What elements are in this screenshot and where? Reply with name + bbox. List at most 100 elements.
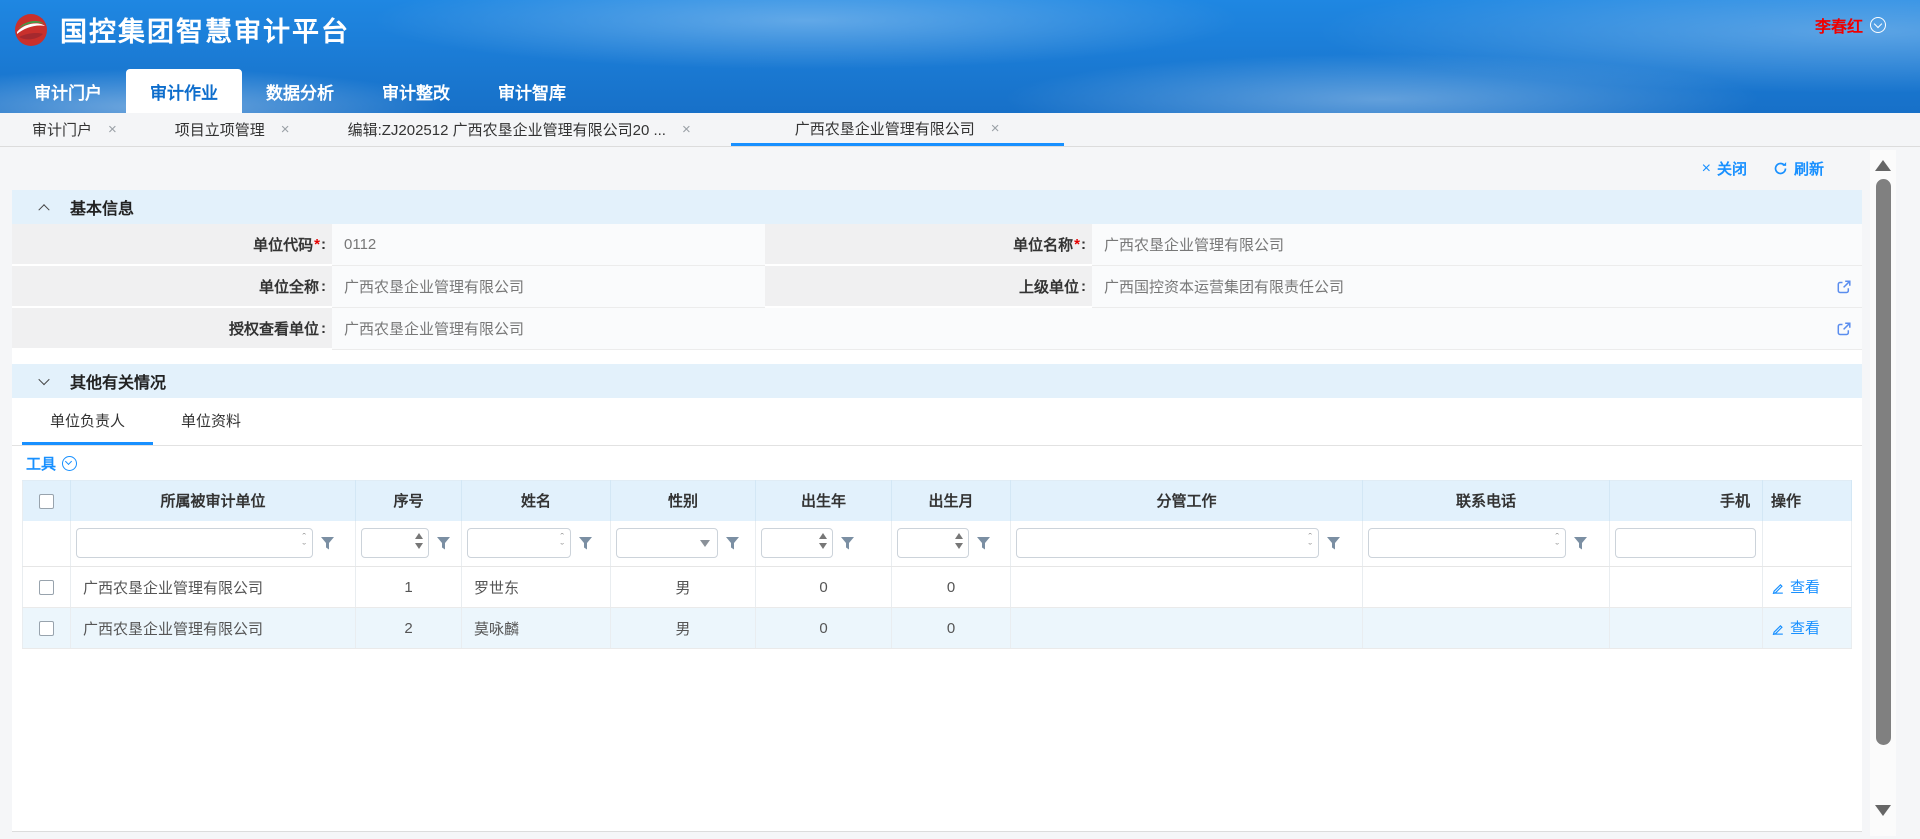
col-header-birth-month[interactable]: 出生月 <box>892 481 1011 521</box>
scroll-down-arrow[interactable] <box>1875 805 1891 824</box>
nav-item-audit-rectification[interactable]: 审计整改 <box>358 69 474 113</box>
filter-funnel-icon[interactable] <box>840 536 855 551</box>
subtab-label: 单位负责人 <box>50 410 125 431</box>
col-header-birth-year[interactable]: 出生年 <box>756 481 892 521</box>
scroll-up-arrow[interactable] <box>1875 152 1891 171</box>
user-menu[interactable]: 李春红 <box>1815 13 1886 37</box>
col-header-name[interactable]: 姓名 <box>462 481 611 521</box>
subtab-unit-leaders[interactable]: 单位负责人 <box>22 398 153 445</box>
filter-seq-spinner[interactable] <box>361 528 429 558</box>
combo-arrows-icon[interactable]: ˆˇ <box>560 533 564 553</box>
open-tab-edit-project[interactable]: 编辑:ZJ202512 广西农垦企业管理有限公司20 ... × <box>330 113 709 146</box>
tab-label: 项目立项管理 <box>175 119 265 140</box>
tab-close-icon[interactable]: × <box>108 122 117 137</box>
table-header-row: 所属被审计单位 序号 姓名 性别 出生年 出生月 分管工作 联系电话 手机 操作 <box>23 481 1852 521</box>
tab-close-icon[interactable]: × <box>281 122 290 137</box>
close-button[interactable]: × 关闭 <box>1702 158 1747 179</box>
nav-item-label: 审计整改 <box>382 79 450 104</box>
cell-birth-year: 0 <box>756 567 892 608</box>
user-name: 李春红 <box>1815 13 1863 37</box>
filter-funnel-icon[interactable] <box>578 536 593 551</box>
cell-name: 罗世东 <box>462 567 611 608</box>
col-header-tel[interactable]: 联系电话 <box>1363 481 1610 521</box>
filter-birth-year-spinner[interactable] <box>761 528 833 558</box>
row-checkbox[interactable] <box>39 621 54 636</box>
filter-funnel-icon[interactable] <box>320 536 335 551</box>
tools-chevron-down-icon[interactable] <box>62 456 77 471</box>
external-link-icon[interactable] <box>1836 321 1852 337</box>
external-link-icon[interactable] <box>1836 279 1852 295</box>
refresh-button[interactable]: 刷新 <box>1773 158 1824 179</box>
vertical-scrollbar[interactable] <box>1870 150 1896 836</box>
filter-mobile-input[interactable] <box>1615 528 1756 558</box>
section-other-info-header[interactable]: 其他有关情况 <box>12 364 1862 398</box>
form-row: 授权查看单位: 广西农垦企业管理有限公司 <box>12 308 1862 350</box>
app-header: 国控集团智慧审计平台 李春红 审计门户 审计作业 数据分析 审计整改 审计智库 <box>0 0 1920 113</box>
field-label-parent-unit: 上级单位: <box>765 266 1092 308</box>
subtab-unit-documents[interactable]: 单位资料 <box>153 398 269 445</box>
filter-funnel-icon[interactable] <box>1573 536 1588 551</box>
subtab-label: 单位资料 <box>181 410 241 431</box>
user-chevron-down-icon[interactable] <box>1870 17 1886 33</box>
col-header-unit[interactable]: 所属被审计单位 <box>71 481 356 521</box>
spinner-arrows-icon[interactable] <box>819 533 827 549</box>
nav-item-audit-portal[interactable]: 审计门户 <box>10 69 126 113</box>
close-label: 关闭 <box>1717 158 1747 179</box>
select-arrow-icon[interactable] <box>700 540 710 547</box>
scrollbar-thumb[interactable] <box>1876 179 1891 745</box>
filter-unit-input[interactable]: ˆˇ <box>76 528 313 558</box>
tab-close-icon[interactable]: × <box>991 121 1000 136</box>
col-header-mobile[interactable]: 手机 <box>1610 481 1763 521</box>
filter-funnel-icon[interactable] <box>436 536 451 551</box>
cell-name: 莫咏麟 <box>462 608 611 649</box>
filter-duty-input[interactable]: ˆˇ <box>1016 528 1319 558</box>
row-checkbox[interactable] <box>39 580 54 595</box>
section-basic-info-header[interactable]: 基本信息 <box>12 190 1862 224</box>
filter-funnel-icon[interactable] <box>1326 536 1341 551</box>
nav-item-audit-knowledge[interactable]: 审计智库 <box>474 69 590 113</box>
open-tab-unit-detail[interactable]: 广西农垦企业管理有限公司 × <box>731 113 1064 146</box>
combo-arrows-icon[interactable]: ˆˇ <box>1308 533 1312 553</box>
nav-item-data-analysis[interactable]: 数据分析 <box>242 69 358 113</box>
tab-strip: 审计门户 × 项目立项管理 × 编辑:ZJ202512 广西农垦企业管理有限公司… <box>0 113 1920 147</box>
filter-name-input[interactable]: ˆˇ <box>467 528 571 558</box>
cell-birth-month: 0 <box>892 567 1011 608</box>
field-label-unit-full-name: 单位全称: <box>12 266 332 308</box>
cell-gender: 男 <box>611 608 756 649</box>
filter-funnel-icon[interactable] <box>976 536 991 551</box>
view-button[interactable]: 查看 <box>1771 617 1820 638</box>
nav-item-audit-work[interactable]: 审计作业 <box>126 69 242 113</box>
app-window: 国控集团智慧审计平台 李春红 审计门户 审计作业 数据分析 审计整改 审计智库 … <box>0 0 1920 839</box>
cell-gender: 男 <box>611 567 756 608</box>
filter-birth-month-spinner[interactable] <box>897 528 969 558</box>
table-row[interactable]: 广西农垦企业管理有限公司 2 莫咏麟 男 0 0 <box>23 608 1852 649</box>
filter-funnel-icon[interactable] <box>725 536 740 551</box>
col-header-seq[interactable]: 序号 <box>356 481 462 521</box>
detail-panel: 基本信息 单位代码*: 0112 单位名称*: 广西农垦企业管理有限公司 单位全… <box>12 190 1862 832</box>
combo-arrows-icon[interactable]: ˆˇ <box>302 533 306 553</box>
tab-label: 编辑:ZJ202512 广西农垦企业管理有限公司20 ... <box>348 119 666 140</box>
cell-duty <box>1011 608 1363 649</box>
tab-close-icon[interactable]: × <box>682 122 691 137</box>
open-tab-audit-portal[interactable]: 审计门户 × <box>14 113 135 146</box>
table-row[interactable]: 广西农垦企业管理有限公司 1 罗世东 男 0 0 <box>23 567 1852 608</box>
filter-tel-input[interactable]: ˆˇ <box>1368 528 1566 558</box>
col-header-gender[interactable]: 性别 <box>611 481 756 521</box>
cell-unit: 广西农垦企业管理有限公司 <box>71 608 356 649</box>
open-tab-project-initiation[interactable]: 项目立项管理 × <box>157 113 308 146</box>
tools-menu-button[interactable]: 工具 <box>26 453 56 474</box>
combo-arrows-icon[interactable]: ˆˇ <box>1555 533 1559 553</box>
nav-item-label: 审计作业 <box>150 79 218 104</box>
view-button[interactable]: 查看 <box>1771 576 1820 597</box>
select-all-checkbox[interactable] <box>39 494 54 509</box>
view-label: 查看 <box>1790 617 1820 638</box>
spinner-arrows-icon[interactable] <box>415 533 423 549</box>
field-value-parent-unit: 广西国控资本运营集团有限责任公司 <box>1092 266 1862 308</box>
page-toolbar: × 关闭 刷新 <box>0 147 1920 190</box>
app-title: 国控集团智慧审计平台 <box>60 10 350 49</box>
spinner-arrows-icon[interactable] <box>955 533 963 549</box>
filter-gender-select[interactable] <box>616 528 718 558</box>
brand: 国控集团智慧审计平台 <box>14 10 350 49</box>
empty-space <box>12 649 1862 832</box>
col-header-duty[interactable]: 分管工作 <box>1011 481 1363 521</box>
